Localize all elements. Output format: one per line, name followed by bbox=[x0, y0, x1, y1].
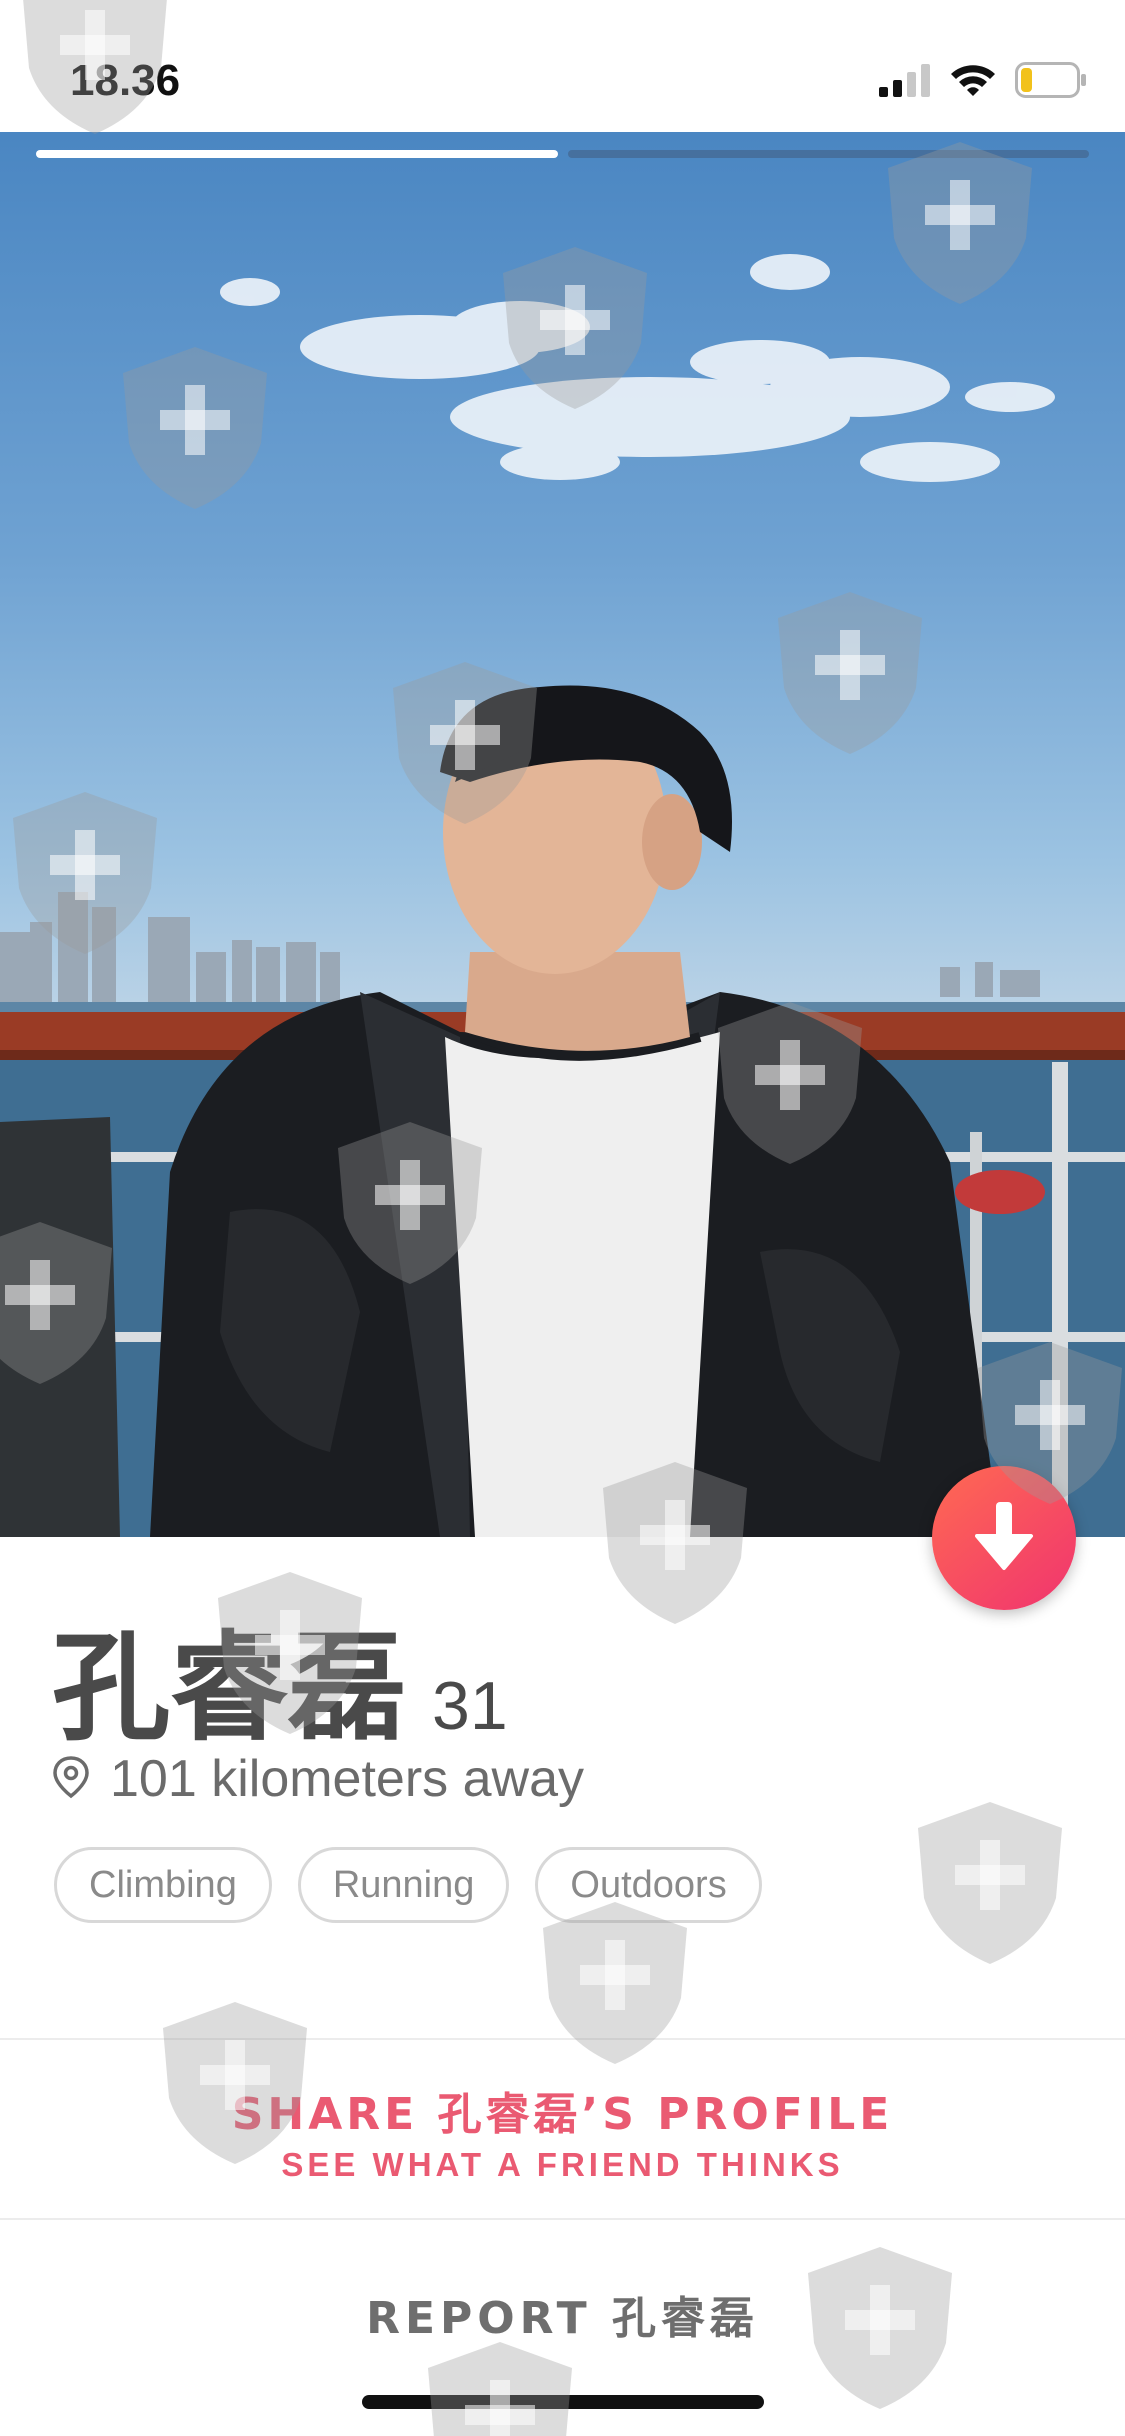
watermark-shield-icon bbox=[918, 1802, 1062, 1964]
progress-segment-active[interactable] bbox=[36, 150, 558, 158]
wifi-icon bbox=[949, 62, 997, 103]
distance-text: 101 kilometers away bbox=[110, 1750, 584, 1808]
watermark-shield-icon bbox=[428, 2342, 572, 2436]
share-profile-subtitle: SEE WHAT A FRIEND THINKS bbox=[281, 2146, 844, 2183]
profile-photo[interactable] bbox=[0, 132, 1125, 1537]
cellular-signal-icon bbox=[879, 63, 931, 102]
home-indicator bbox=[362, 2395, 764, 2409]
location-pin-icon bbox=[52, 1755, 90, 1804]
collapse-profile-button[interactable] bbox=[932, 1466, 1076, 1610]
battery-low-icon bbox=[1015, 61, 1087, 103]
name-row: 孔睿磊 31 bbox=[52, 1592, 508, 1763]
status-icons bbox=[879, 60, 1087, 104]
interest-tag: Climbing bbox=[54, 1847, 272, 1923]
distance-row: 101 kilometers away bbox=[52, 1749, 584, 1809]
arrow-down-icon bbox=[973, 1500, 1035, 1577]
divider bbox=[0, 2218, 1125, 2220]
profile-age: 31 bbox=[432, 1668, 508, 1744]
interest-tags: Climbing Running Outdoors bbox=[54, 1847, 762, 1923]
share-profile-button[interactable]: SHARE 孔睿磊’S PROFILE SEE WHAT A FRIEND TH… bbox=[0, 2040, 1125, 2218]
profile-name: 孔睿磊 bbox=[52, 1619, 407, 1757]
photo-progress bbox=[36, 150, 1089, 158]
share-profile-title: SHARE 孔睿磊’S PROFILE bbox=[231, 2089, 894, 2140]
interest-tag: Outdoors bbox=[535, 1847, 762, 1923]
progress-segment[interactable] bbox=[567, 150, 1089, 158]
interest-tag: Running bbox=[297, 1847, 510, 1923]
status-bar: 18.36 bbox=[0, 0, 1125, 132]
status-time: 18.36 bbox=[70, 56, 181, 105]
report-button[interactable]: REPORT 孔睿磊 bbox=[0, 2282, 1125, 2346]
photo-scene bbox=[0, 254, 1125, 1537]
